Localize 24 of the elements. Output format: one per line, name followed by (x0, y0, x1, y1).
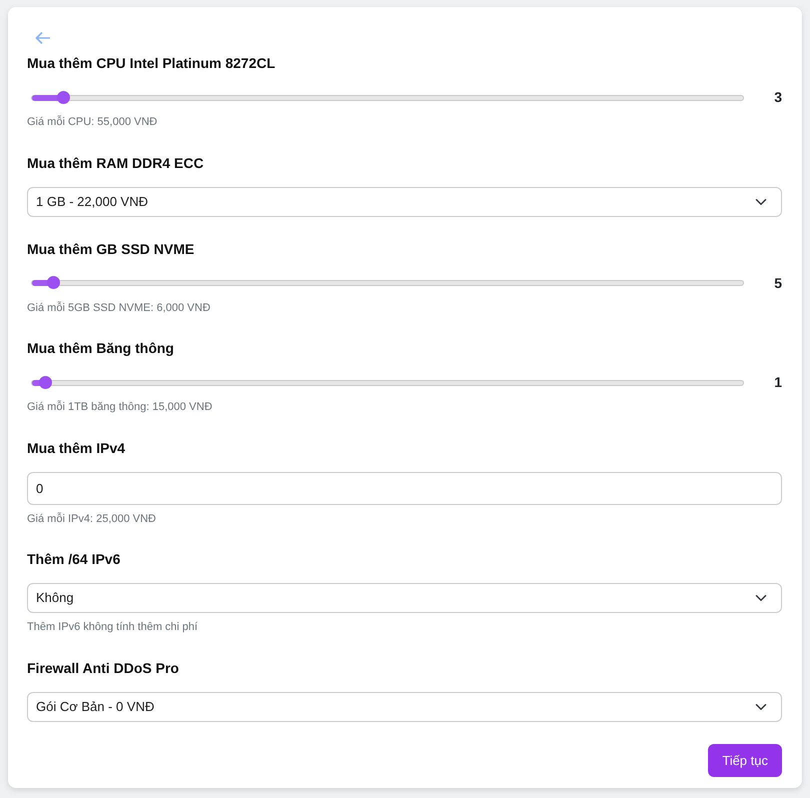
slider-value: 5 (773, 274, 782, 292)
slider-thumb[interactable] (47, 276, 60, 289)
field-label: Mua thêm RAM DDR4 ECC (27, 154, 205, 172)
continue-button[interactable]: Tiếp tục (708, 744, 782, 777)
field-label: Mua thêm GB SSD NVME (27, 240, 196, 258)
field-label: Firewall Anti DDoS Pro (27, 658, 180, 678)
hint-text: Giá mỗi 1TB băng thông: 15,000 VNĐ (27, 400, 214, 415)
field-label: Mua thêm Băng thông (27, 339, 175, 358)
dropdown-field[interactable]: Gói Cơ Bản - 0 VNĐ (27, 692, 782, 722)
hint-text: Thêm IPv6 không tính thêm chi phí (27, 620, 199, 635)
back-arrow-icon[interactable] (35, 31, 51, 45)
dropdown-field[interactable]: 1 GB - 22,000 VNĐ (27, 186, 782, 216)
field-label: Thêm /64 IPv6 (27, 550, 122, 569)
field-label: Mua thêm IPv4 (27, 438, 126, 458)
field-label: Mua thêm CPU Intel Platinum 8272CL (27, 54, 276, 73)
hint-text: Giá mỗi IPv4: 25,000 VNĐ (27, 512, 158, 526)
slider-value: 1 (773, 373, 782, 392)
hint-text: Giá mỗi 5GB SSD NVME: 6,000 VNĐ (27, 300, 212, 316)
slider-thumb[interactable] (38, 376, 52, 388)
dropdown-field[interactable]: Không (27, 583, 782, 613)
slider-thumb[interactable] (57, 90, 70, 104)
hint-text: Giá mỗi CPU: 55,000 VNĐ (27, 114, 158, 130)
number-input-field[interactable]: 0 (27, 472, 782, 504)
slider-value: 3 (773, 88, 782, 107)
